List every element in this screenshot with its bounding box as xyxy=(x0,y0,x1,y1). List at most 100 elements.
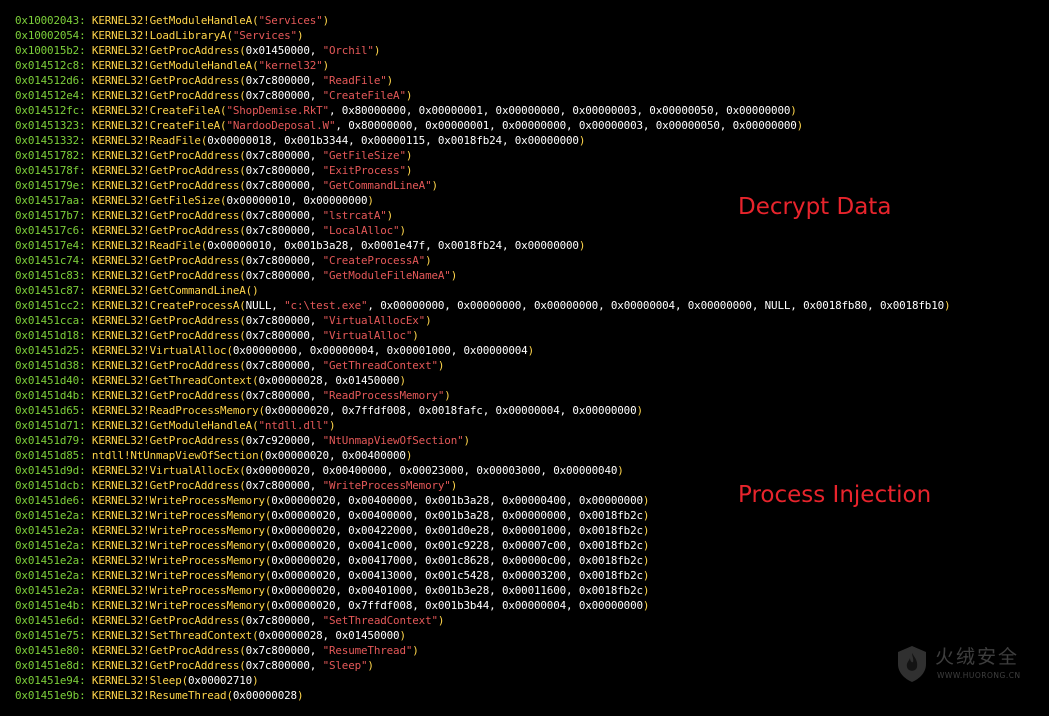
trace-string-arg: "kernel32" xyxy=(258,59,323,72)
trace-arg: 0x00000020, 0x00413000, 0x001c5428, 0x00… xyxy=(271,569,643,582)
decrypt-data-annotation: Decrypt Data xyxy=(738,194,892,220)
trace-string-arg: "c:\test.exe" xyxy=(284,299,368,312)
trace-api-call: KERNEL32!WriteProcessMemory( xyxy=(91,539,272,552)
trace-line: 0x0145178f: KERNEL32!GetProcAddress(0x7c… xyxy=(15,163,950,178)
trace-api-call: ) xyxy=(431,179,438,192)
trace-api-call: ) xyxy=(405,164,413,177)
trace-api-call: KERNEL32!GetProcAddress( xyxy=(91,149,246,162)
trace-arg: 0x7c800000, xyxy=(245,89,323,102)
trace-line: 0x01451e8d: KERNEL32!GetProcAddress(0x7c… xyxy=(15,658,950,673)
trace-line: 0x01451d25: KERNEL32!VirtualAlloc(0x0000… xyxy=(15,343,950,358)
trace-line: 0x01451d38: KERNEL32!GetProcAddress(0x7c… xyxy=(15,358,950,373)
trace-address: 0x014517c6: xyxy=(15,224,86,237)
watermark-text: 火绒安全 xyxy=(935,646,1020,668)
trace-api-call: KERNEL32!GetProcAddress( xyxy=(91,644,246,657)
trace-api-call: ) xyxy=(425,314,432,327)
trace-api-call: ) xyxy=(437,614,445,627)
trace-line: 0x100015b2: KERNEL32!GetProcAddress(0x01… xyxy=(15,43,950,58)
trace-api-call: ) xyxy=(437,359,445,372)
trace-arg: 0x7c920000, xyxy=(245,434,323,447)
trace-address: 0x01451c74: xyxy=(15,254,86,267)
trace-api-call: KERNEL32!LoadLibraryA( xyxy=(91,29,233,42)
trace-arg: 0x7c800000, xyxy=(245,614,323,627)
trace-api-call: KERNEL32!WriteProcessMemory( xyxy=(91,524,272,537)
trace-line: 0x0145179e: KERNEL32!GetProcAddress(0x7c… xyxy=(15,178,950,193)
trace-line: 0x01451332: KERNEL32!ReadFile(0x00000018… xyxy=(15,133,950,148)
trace-api-call: ) xyxy=(463,434,471,447)
trace-line: 0x01451cc2: KERNEL32!CreateProcessA(NULL… xyxy=(15,298,951,313)
trace-api-call: ) xyxy=(444,389,451,402)
trace-api-call: ) xyxy=(450,479,458,492)
trace-line: 0x01451e80: KERNEL32!GetProcAddress(0x7c… xyxy=(15,643,950,658)
trace-api-call: KERNEL32!WriteProcessMemory( xyxy=(91,584,272,597)
trace-arg: 0x00000020, 0x00400000, 0x001b3a28, 0x00… xyxy=(271,509,643,522)
trace-arg: 0x7c800000, xyxy=(245,209,323,222)
trace-line: 0x01451d79: KERNEL32!GetProcAddress(0x7c… xyxy=(15,433,950,448)
trace-arg: , 0x80000000, 0x00000001, 0x00000000, 0x… xyxy=(335,119,797,132)
trace-api-call: KERNEL32!GetProcAddress( xyxy=(91,359,246,372)
trace-arg: 0x7c800000, xyxy=(245,74,323,87)
trace-api-call: KERNEL32!Sleep( xyxy=(91,674,189,687)
trace-line: 0x01451e2a: KERNEL32!WriteProcessMemory(… xyxy=(15,508,950,523)
trace-line: 0x01451d65: KERNEL32!ReadProcessMemory(0… xyxy=(15,403,950,418)
trace-api-call: ) xyxy=(642,569,650,582)
trace-api-call: KERNEL32!GetProcAddress( xyxy=(91,89,246,102)
trace-api-call: ) xyxy=(790,104,797,117)
trace-line: 0x01451d71: KERNEL32!GetModuleHandleA("n… xyxy=(15,418,950,433)
trace-line: 0x10002043: KERNEL32!GetModuleHandleA("S… xyxy=(15,13,950,28)
trace-api-call: ) xyxy=(399,629,406,642)
trace-line: 0x01451e2a: KERNEL32!WriteProcessMemory(… xyxy=(15,538,950,553)
trace-line: 0x01451e6d: KERNEL32!GetProcAddress(0x7c… xyxy=(15,613,950,628)
trace-api-call: KERNEL32!GetProcAddress( xyxy=(91,659,246,672)
trace-api-call: ) xyxy=(322,14,330,27)
trace-api-call: KERNEL32!WriteProcessMemory( xyxy=(91,494,272,507)
trace-line: 0x01451782: KERNEL32!GetProcAddress(0x7c… xyxy=(15,148,950,163)
trace-line: 0x01451e2a: KERNEL32!WriteProcessMemory(… xyxy=(15,568,950,583)
trace-api-call: ) xyxy=(642,539,650,552)
trace-line: 0x01451cca: KERNEL32!GetProcAddress(0x7c… xyxy=(15,313,950,328)
trace-string-arg: "Services" xyxy=(258,14,323,27)
trace-line: 0x01451e9b: KERNEL32!ResumeThread(0x0000… xyxy=(15,688,950,703)
trace-address: 0x01451c83: xyxy=(15,269,86,282)
trace-api-call: KERNEL32!GetModuleHandleA( xyxy=(91,419,259,432)
trace-address: 0x10002054: xyxy=(15,29,86,42)
trace-arg: 0x7c800000, xyxy=(245,389,323,402)
trace-line: 0x01451d9d: KERNEL32!VirtualAllocEx(0x00… xyxy=(15,463,950,478)
trace-address: 0x01451c87: xyxy=(15,284,86,297)
trace-api-call: KERNEL32!GetProcAddress( xyxy=(91,74,246,87)
trace-string-arg: "VirtualAllocEx" xyxy=(322,314,426,327)
trace-api-call: ) xyxy=(367,194,374,207)
trace-api-call: ) xyxy=(578,134,586,147)
trace-address: 0x01451d25: xyxy=(15,344,86,357)
trace-arg: 0x00000020, 0x7ffdf008, 0x001b3b44, 0x00… xyxy=(271,599,643,612)
trace-api-call: ) xyxy=(450,269,458,282)
trace-address: 0x01451e8d: xyxy=(15,659,86,672)
trace-address: 0x01451e94: xyxy=(15,674,86,687)
trace-arg: 0x7c800000, xyxy=(245,179,323,192)
trace-address: 0x01451e6d: xyxy=(15,614,86,627)
trace-api-call: KERNEL32!WriteProcessMemory( xyxy=(91,569,272,582)
trace-address: 0x014517b7: xyxy=(15,209,86,222)
trace-address: 0x01451d18: xyxy=(15,329,86,342)
trace-line: 0x01451e4b: KERNEL32!WriteProcessMemory(… xyxy=(15,598,950,613)
trace-api-call: KERNEL32!ReadFile( xyxy=(91,134,208,147)
trace-line: 0x01451c83: KERNEL32!GetProcAddress(0x7c… xyxy=(15,268,950,283)
trace-api-call: KERNEL32!SetThreadContext( xyxy=(91,629,259,642)
trace-arg: 0x00000028 xyxy=(232,689,297,702)
trace-arg: 0x7c800000, xyxy=(245,479,323,492)
trace-api-call: ) xyxy=(642,509,650,522)
trace-address: 0x01451d71: xyxy=(15,419,86,432)
trace-address: 0x01451d65: xyxy=(15,404,86,417)
trace-arg: 0x7c800000, xyxy=(245,659,323,672)
trace-api-call: KERNEL32!ReadFile( xyxy=(91,239,208,252)
trace-api-call: ) xyxy=(578,239,586,252)
trace-arg: 0x00000010, 0x001b3a28, 0x0001e47f, 0x00… xyxy=(207,239,579,252)
trace-api-call: KERNEL32!GetProcAddress( xyxy=(91,479,246,492)
trace-api-call: ) xyxy=(636,404,643,417)
trace-api-call: KERNEL32!GetThreadContext( xyxy=(91,374,259,387)
huorong-shield-icon xyxy=(898,646,926,682)
trace-string-arg: "Orchil" xyxy=(322,44,374,57)
trace-arg: 0x7c800000, xyxy=(245,164,323,177)
trace-api-call: ntdll!NtUnmapViewOfSection( xyxy=(91,449,265,462)
trace-string-arg: "VirtualAlloc" xyxy=(322,329,413,342)
